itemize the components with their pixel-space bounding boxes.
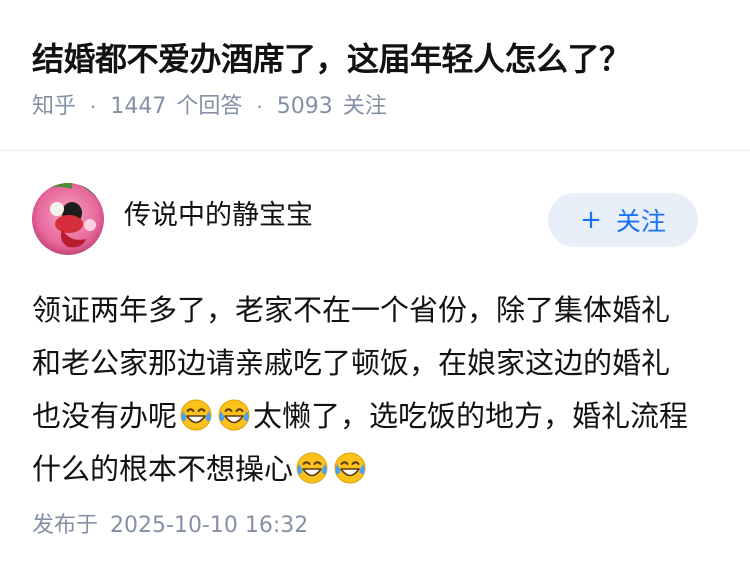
answer-line: 领证两年多了，老家不在一个省份，除了集体婚礼 xyxy=(32,284,732,337)
answer-page: 结婚都不爱办酒席了，这届年轻人怎么了？ 知乎 · 1447 个回答 · 5093… xyxy=(0,0,750,578)
follow-button-label: 关注 xyxy=(615,207,666,236)
publish-info: 发布于 2025-10-10 16:32 xyxy=(32,511,308,541)
meta-separator: · xyxy=(256,95,263,119)
author-avatar[interactable] xyxy=(32,183,104,255)
author-name[interactable]: 传说中的静宝宝 xyxy=(124,197,313,235)
answer-content: 领证两年多了，老家不在一个省份，除了集体婚礼 和老公家那边请亲戚吃了顿饭，在娘家… xyxy=(32,284,732,496)
answer-line: 和老公家那边请亲戚吃了顿饭，在娘家这边的婚礼 xyxy=(32,337,732,390)
answer-text: 什么的根本不想操心 xyxy=(32,452,294,486)
question-title[interactable]: 结婚都不爱办酒席了，这届年轻人怎么了？ xyxy=(32,36,722,82)
answers-label: 个回答 xyxy=(176,94,243,119)
emoji-group xyxy=(177,399,253,433)
publish-label: 发布于 xyxy=(32,513,99,538)
header-divider xyxy=(0,150,750,151)
plus-icon: + xyxy=(580,205,602,235)
answers-count: 1447 xyxy=(110,94,167,119)
laugh-cry-emoji xyxy=(217,396,251,431)
question-meta: 知乎 · 1447 个回答 · 5093 关注 xyxy=(32,92,722,122)
answer-line: 什么的根本不想操心 xyxy=(32,443,732,496)
laugh-cry-emoji xyxy=(295,449,329,484)
answer-text: 太懒了，选吃饭的地方，婚礼流程 xyxy=(253,399,689,433)
answer-text: 领证两年多了，老家不在一个省份，除了集体婚礼 xyxy=(32,293,671,327)
meta-separator: · xyxy=(90,95,97,119)
answer-text: 和老公家那边请亲戚吃了顿饭，在娘家这边的婚礼 xyxy=(32,346,671,380)
laugh-cry-emoji xyxy=(179,396,213,431)
follow-button[interactable]: + 关注 xyxy=(548,193,698,247)
emoji-group xyxy=(293,452,369,486)
followers-label: 关注 xyxy=(342,94,387,119)
source-label[interactable]: 知乎 xyxy=(32,92,76,122)
followers-count: 5093 xyxy=(276,94,333,119)
answer-text: 也没有办呢 xyxy=(32,399,178,433)
question-header: 结婚都不爱办酒席了，这届年轻人怎么了？ 知乎 · 1447 个回答 · 5093… xyxy=(32,36,722,122)
author-row: 传说中的静宝宝 + 关注 xyxy=(32,183,698,257)
answer-line: 也没有办呢 太懒了，选吃饭的地方，婚礼流程 xyxy=(32,390,732,443)
laugh-cry-emoji xyxy=(333,449,367,484)
publish-datetime: 2025-10-10 16:32 xyxy=(110,513,309,538)
